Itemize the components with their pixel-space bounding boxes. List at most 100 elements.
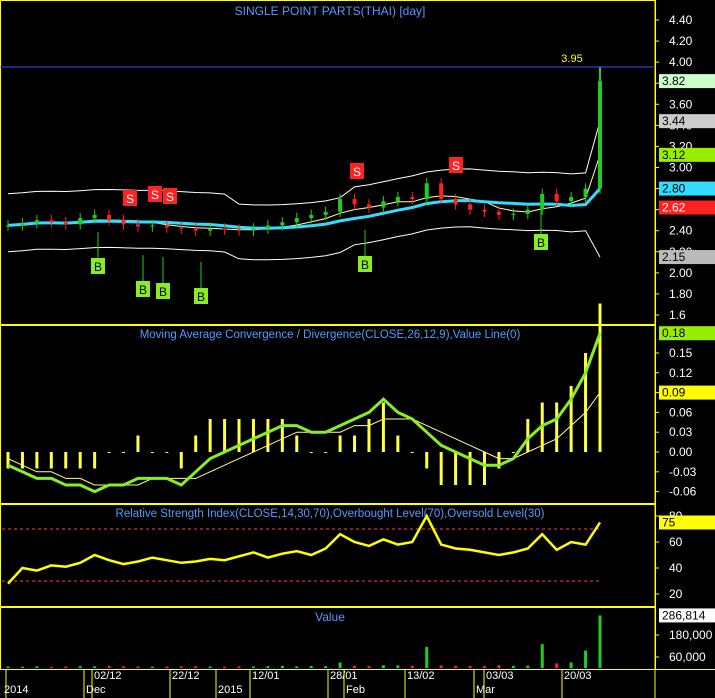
- candle-body: [49, 220, 54, 223]
- x-tick-label: Feb: [346, 684, 365, 696]
- candle-body: [338, 199, 343, 212]
- y-tick-label: 0.06: [669, 405, 693, 419]
- value-bar: [64, 666, 68, 668]
- value-bar: [107, 665, 111, 668]
- candle-body: [107, 214, 112, 221]
- candle-body: [511, 213, 516, 215]
- value-bar: [49, 666, 53, 668]
- candle-body: [424, 183, 429, 200]
- candle-body: [583, 188, 588, 197]
- value-bar: [439, 665, 443, 668]
- macd-histogram-bar: [78, 452, 82, 469]
- candle-body: [92, 214, 97, 219]
- macd-histogram-bar: [439, 452, 443, 485]
- value-bars: [6, 615, 602, 668]
- macd-histogram-bar: [208, 419, 212, 452]
- value-bar: [280, 665, 284, 668]
- buy-signal-label: B: [537, 236, 545, 250]
- value-bar: [367, 665, 371, 668]
- candle-body: [323, 211, 328, 215]
- value-bar: [208, 666, 212, 668]
- value-bar: [6, 666, 10, 668]
- candle-body: [294, 218, 299, 223]
- macd-histogram-bar: [93, 452, 97, 469]
- macd-histogram-bar: [324, 452, 328, 453]
- y-tick-label: 0.15: [669, 346, 693, 360]
- value-bar: [93, 666, 97, 668]
- candle-body: [265, 225, 270, 229]
- macd-histogram-bar: [367, 419, 371, 452]
- candle-body: [251, 228, 256, 231]
- price-panel-title: SINGLE POINT PARTS(THAI) [day]: [235, 4, 426, 18]
- candle-body: [63, 222, 68, 225]
- macd-badges: 0.18 0.09: [659, 326, 715, 400]
- value-bar: [511, 665, 515, 668]
- upper-band: [7, 120, 601, 206]
- ma-short: [7, 154, 601, 231]
- candle-body: [395, 197, 400, 202]
- candle-body: [453, 199, 458, 205]
- sell-signal-label: S: [452, 159, 460, 173]
- x-tick-label: 20/03: [564, 670, 592, 682]
- macd-histogram-bar: [266, 419, 270, 452]
- candle-body: [366, 204, 371, 208]
- value-bar: [179, 666, 183, 668]
- macd-histogram-bar: [309, 452, 313, 453]
- macd-histogram-bar: [179, 452, 183, 469]
- value-bar: [497, 665, 501, 668]
- macd-signal-line: [7, 392, 601, 486]
- y-tick-label: 4.20: [669, 34, 693, 48]
- y-tick-label: 0.03: [669, 425, 693, 439]
- candle-body: [135, 224, 140, 227]
- sell-signal-label: S: [166, 190, 174, 204]
- macd-histogram-bar: [35, 452, 39, 469]
- x-tick-label: 2015: [218, 684, 242, 696]
- macd-histogram-bar: [482, 452, 486, 485]
- value-bar: [598, 615, 602, 668]
- value-bar: [266, 666, 270, 668]
- value-bar: [35, 666, 39, 668]
- value-badge-label: 3.12: [662, 148, 686, 162]
- ma-long: [7, 187, 602, 230]
- y-tick-label: 20: [669, 587, 683, 601]
- macd-histogram-bar: [136, 435, 140, 452]
- buy-signal-label: B: [159, 285, 167, 299]
- trade-signals: S S SS SBB B BBB: [91, 157, 548, 304]
- value-bar: [194, 666, 198, 668]
- x-tick-label: 02/12: [94, 670, 122, 682]
- y-tick-label: 4.00: [669, 55, 693, 69]
- panel-borders: [0, 0, 715, 698]
- macd-panel-title: Moving Average Convergence / Divergence(…: [140, 329, 521, 341]
- value-badge-label: 2.62: [662, 201, 686, 215]
- value-badge-label: 286,814: [662, 608, 706, 622]
- peak-label: 3.95: [561, 53, 582, 65]
- rsi-line: [7, 513, 602, 585]
- x-tick-label: 03/03: [486, 670, 514, 682]
- macd-histogram-bar: [511, 452, 515, 453]
- value-bar: [309, 665, 313, 668]
- value-bar: [526, 665, 530, 668]
- sell-signal-label: S: [353, 165, 361, 179]
- macd-histogram-bar: [425, 452, 429, 469]
- y-tick-label: 40: [669, 561, 683, 575]
- value-bar: [396, 665, 400, 668]
- macd-histogram-bar: [555, 402, 559, 452]
- macd-y-axis: 0.15 0.12 0.09 0.06 0.03 0.00 -0.03 -0.06: [655, 346, 697, 499]
- buy-signal-label: B: [94, 260, 102, 274]
- value-badges: 286,814: [659, 608, 715, 623]
- value-bar: [251, 666, 255, 668]
- value-bar: [425, 646, 429, 668]
- macd-histogram-bar: [338, 435, 342, 452]
- candle-body: [34, 220, 39, 224]
- y-tick-label: -0.03: [669, 465, 697, 479]
- y-tick-label: 1.6: [669, 308, 686, 322]
- candle-body: [309, 214, 314, 219]
- x-tick-label: 22/12: [172, 670, 200, 682]
- sell-signal-label: S: [126, 192, 134, 206]
- x-tick-label: Mar: [476, 684, 495, 696]
- y-tick-label: 60: [669, 535, 683, 549]
- macd-histogram-bar: [353, 435, 357, 452]
- value-bar: [540, 644, 544, 668]
- y-tick-label: 3.00: [669, 161, 693, 175]
- lower-band: [7, 226, 601, 261]
